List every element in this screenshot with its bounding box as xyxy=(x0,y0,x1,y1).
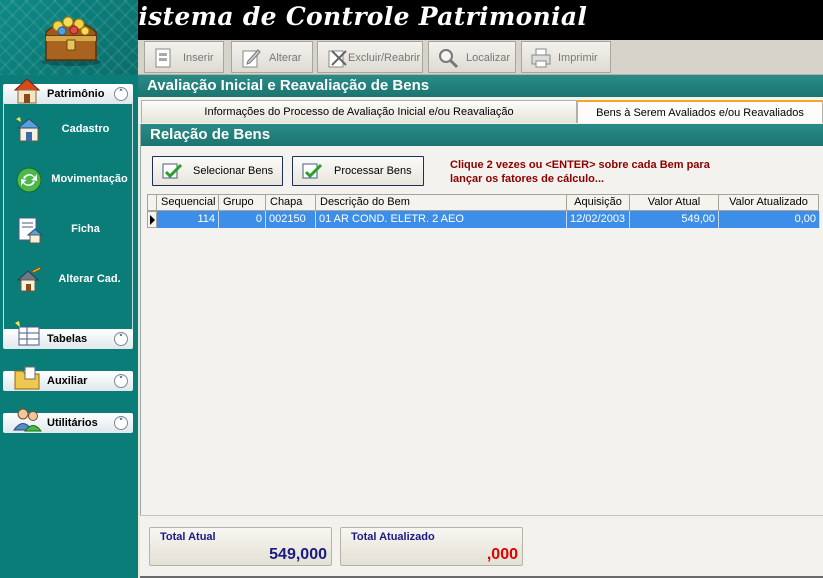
sidebar-section-label: Patrimônio xyxy=(47,88,105,100)
select-check-icon xyxy=(162,163,183,179)
cell-sequencial[interactable]: 114 xyxy=(157,211,219,228)
cell-aquisicao[interactable]: 12/02/2003 xyxy=(567,211,630,228)
sidebar-section-label: Tabelas xyxy=(47,333,88,345)
total-atualizado-box: Total Atualizado ,000 xyxy=(340,527,523,566)
main-content: Relação de Bens Selecionar Bens Processa… xyxy=(140,124,823,578)
sidebar-item-label: Movimentação xyxy=(51,173,128,185)
tab-bar: Informações do Processo de Avaliação Ini… xyxy=(138,97,823,124)
chevron-up-icon[interactable]: ˄ xyxy=(114,87,128,101)
localizar-button[interactable]: Localizar xyxy=(428,41,516,73)
chevron-down-icon[interactable]: ˅ xyxy=(114,374,128,388)
processar-bens-button[interactable]: Processar Bens xyxy=(292,156,424,186)
alterar-button[interactable]: Alterar xyxy=(231,41,313,73)
treasure-chest-logo xyxy=(41,16,101,66)
total-atualizado-value: ,000 xyxy=(486,546,518,563)
folder-icon xyxy=(14,366,40,390)
chevron-down-icon[interactable]: ˅ xyxy=(114,332,128,346)
column-header-sequencial[interactable]: Sequencial xyxy=(157,194,219,211)
column-header-chapa[interactable]: Chapa xyxy=(266,194,316,211)
printer-icon xyxy=(531,48,551,68)
chevron-down-icon[interactable]: ˅ xyxy=(114,416,128,430)
sidebar-item-movimentacao[interactable]: Movimentação xyxy=(12,161,132,201)
tabelas-icon xyxy=(15,321,40,346)
tab-bens-avaliados[interactable]: Bens à Serem Avaliados e/ou Reavaliados xyxy=(577,100,823,123)
sidebar-section-label: Auxiliar xyxy=(47,375,88,387)
bens-grid[interactable]: Sequencial Grupo Chapa Descrição do Bem … xyxy=(147,194,823,514)
total-atual-label: Total Atual xyxy=(160,531,216,543)
search-icon xyxy=(439,49,459,69)
instruction-line: lançar os fatores de cálculo... xyxy=(450,173,605,185)
sidebar-item-label: Cadastro xyxy=(61,123,110,135)
instruction-line: Clique 2 vezes ou <ENTER> sobre cada Bem… xyxy=(450,159,710,171)
logo-area xyxy=(0,0,138,75)
sidebar-item-label: Ficha xyxy=(71,223,100,235)
edit-record-icon xyxy=(242,49,261,68)
button-label: Processar Bens xyxy=(334,165,412,177)
column-header-aquisicao[interactable]: Aquisição xyxy=(567,194,630,211)
toolbar-label: Imprimir xyxy=(558,52,598,64)
cell-descricao[interactable]: 01 AR COND. ELETR. 2 AEO xyxy=(316,211,567,228)
cell-valor-atual[interactable]: 549,00 xyxy=(630,211,719,228)
total-atualizado-label: Total Atualizado xyxy=(351,531,435,543)
grid-corner xyxy=(147,194,157,211)
section-title: Relação de Bens xyxy=(141,124,823,146)
sidebar-section-patrimonio[interactable]: Patrimônio ˄ xyxy=(3,78,133,104)
patrimonio-panel: Cadastro Movimentação Ficha Alterar Cad. xyxy=(3,103,133,346)
sidebar: Patrimônio ˄ Cadastro Movimentação Ficha… xyxy=(0,40,138,578)
sidebar-item-label: Alterar Cad. xyxy=(58,273,121,285)
total-atual-value: 549,000 xyxy=(269,546,327,563)
house-icon xyxy=(13,78,41,104)
toolbar-label: Localizar xyxy=(466,52,511,64)
selecionar-bens-button[interactable]: Selecionar Bens xyxy=(152,156,283,186)
column-header-descricao[interactable]: Descrição do Bem xyxy=(316,194,567,211)
form-title: Avaliação Inicial e Reavaliação de Bens xyxy=(138,75,823,97)
imprimir-button[interactable]: Imprimir xyxy=(521,41,611,73)
delete-record-icon xyxy=(328,50,347,68)
button-label: Selecionar Bens xyxy=(193,165,274,177)
cell-grupo[interactable]: 0 xyxy=(219,211,266,228)
sidebar-item-alterar-cad[interactable]: Alterar Cad. xyxy=(12,261,132,301)
process-check-icon xyxy=(302,163,323,179)
toolbar: Inserir Alterar Excluir/Reabrir Localiza… xyxy=(138,40,823,75)
toolbar-label: Inserir xyxy=(183,52,214,64)
toolbar-label: Alterar xyxy=(269,52,302,64)
tab-informacoes-processo[interactable]: Informações do Processo de Avaliação Ini… xyxy=(141,100,577,123)
cell-valor-atualizado[interactable]: 0,00 xyxy=(719,211,820,228)
instruction-text: Clique 2 vezes ou <ENTER> sobre cada Bem… xyxy=(450,158,750,186)
insert-record-icon xyxy=(155,48,171,68)
excluir-reabrir-button[interactable]: Excluir/Reabrir xyxy=(317,41,423,73)
sidebar-item-ficha[interactable]: Ficha xyxy=(12,211,132,251)
table-row[interactable]: 114 0 002150 01 AR COND. ELETR. 2 AEO 12… xyxy=(147,211,823,228)
sidebar-section-auxiliar[interactable]: Auxiliar ˅ xyxy=(3,366,133,391)
users-icon xyxy=(13,408,42,432)
row-indicator-icon xyxy=(147,211,157,228)
sidebar-section-tabelas[interactable]: Tabelas ˅ xyxy=(3,321,133,349)
total-atual-box: Total Atual 549,000 xyxy=(149,527,332,566)
column-header-valor-atual[interactable]: Valor Atual xyxy=(630,194,719,211)
sidebar-item-cadastro[interactable]: Cadastro xyxy=(12,111,132,151)
totals-footer: Total Atual 549,000 Total Atualizado ,00… xyxy=(140,515,823,578)
sidebar-section-utilitarios[interactable]: Utilitários ˅ xyxy=(3,408,133,433)
column-header-grupo[interactable]: Grupo xyxy=(219,194,266,211)
app-title: Sistema de Controle Patrimonial xyxy=(120,2,588,31)
column-header-valor-atualizado[interactable]: Valor Atualizado xyxy=(719,194,819,211)
inserir-button[interactable]: Inserir xyxy=(144,41,224,73)
cell-chapa[interactable]: 002150 xyxy=(266,211,316,228)
sidebar-section-label: Utilitários xyxy=(47,417,98,429)
toolbar-label: Excluir/Reabrir xyxy=(348,52,421,64)
